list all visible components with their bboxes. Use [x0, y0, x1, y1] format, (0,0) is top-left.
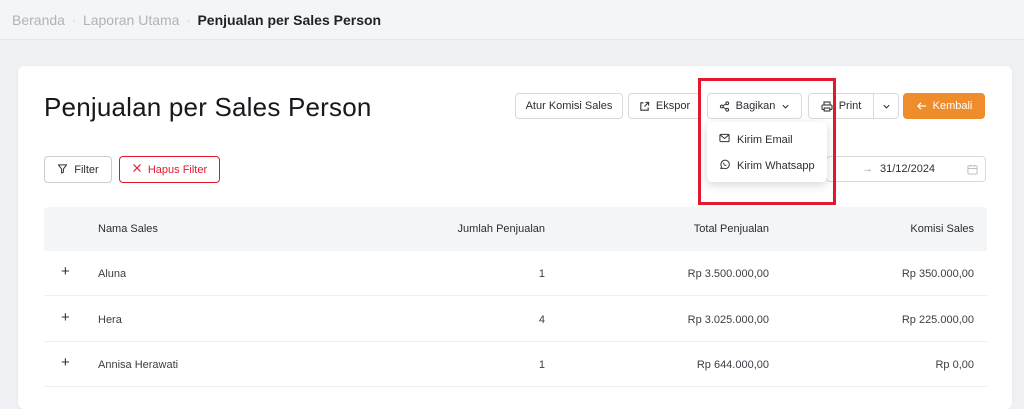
cell-komisi-sales: Rp 225.000,00	[901, 314, 974, 326]
filter-label: Filter	[74, 163, 99, 176]
breadcrumb-item-laporan-utama[interactable]: Laporan Utama	[83, 12, 180, 28]
breadcrumb-item-beranda[interactable]: Beranda	[12, 12, 65, 28]
column-komisi-sales[interactable]: Komisi Sales	[910, 223, 974, 235]
cell-nama-sales: Aluna	[98, 268, 127, 280]
close-icon	[132, 163, 142, 176]
kembali-button[interactable]: Kembali	[903, 93, 985, 119]
date-range-arrow: →	[862, 163, 873, 175]
kembali-label: Kembali	[932, 100, 973, 112]
table-row: + Hera 4 Rp 3.025.000,00 Rp 225.000,00	[44, 297, 987, 342]
breadcrumb: Beranda · Laporan Utama · Penjualan per …	[0, 0, 1024, 40]
cell-nama-sales: Hera	[98, 314, 122, 326]
table-header: Nama Sales Jumlah Penjualan Total Penjua…	[44, 207, 987, 251]
hapus-filter-button[interactable]: Hapus Filter	[119, 156, 220, 183]
filter-button[interactable]: Filter	[44, 156, 112, 183]
table-row: + Aluna 1 Rp 3.500.000,00 Rp 350.000,00	[44, 251, 987, 296]
ekspor-label: Ekspor	[655, 100, 691, 112]
funnel-icon	[57, 163, 68, 177]
cell-total-penjualan: Rp 3.025.000,00	[687, 314, 769, 326]
cell-komisi-sales: Rp 0,00	[935, 359, 974, 371]
column-total-penjualan[interactable]: Total Penjualan	[694, 223, 769, 235]
cell-jumlah-penjualan: 4	[538, 314, 545, 326]
atur-komisi-button[interactable]: Atur Komisi Sales	[515, 93, 623, 119]
page-title: Penjualan per Sales Person	[44, 92, 372, 122]
column-nama-sales[interactable]: Nama Sales	[98, 223, 158, 235]
chevron-down-icon	[882, 102, 891, 111]
arrow-left-icon	[916, 101, 927, 111]
column-jumlah-penjualan[interactable]: Jumlah Penjualan	[458, 223, 545, 235]
highlight-annotation-box	[698, 78, 836, 205]
table-row: + Annisa Herawati 1 Rp 644.000,00 Rp 0,0…	[44, 342, 987, 387]
breadcrumb-current: Penjualan per Sales Person	[197, 11, 382, 28]
expand-row-button[interactable]: +	[61, 263, 70, 280]
cell-total-penjualan: Rp 644.000,00	[696, 359, 769, 371]
atur-komisi-label: Atur Komisi Sales	[525, 100, 613, 112]
cell-komisi-sales: Rp 350.000,00	[901, 268, 974, 280]
cell-jumlah-penjualan: 1	[538, 359, 545, 371]
expand-row-button[interactable]: +	[61, 309, 70, 326]
export-icon	[639, 101, 650, 112]
expand-row-button[interactable]: +	[61, 354, 70, 371]
date-end-value: 31/12/2024	[880, 163, 936, 175]
date-range-field[interactable]: → 31/12/2024	[826, 156, 986, 182]
print-label: Print	[838, 100, 862, 112]
breadcrumb-separator: ·	[186, 12, 191, 27]
cell-total-penjualan: Rp 3.500.000,00	[687, 268, 769, 280]
breadcrumb-separator: ·	[71, 12, 76, 27]
cell-jumlah-penjualan: 1	[538, 268, 545, 280]
calendar-icon[interactable]	[967, 164, 978, 178]
ekspor-button[interactable]: Ekspor	[628, 93, 701, 119]
print-options-button[interactable]	[873, 93, 899, 119]
cell-nama-sales: Annisa Herawati	[98, 359, 179, 371]
hapus-filter-label: Hapus Filter	[147, 163, 208, 176]
